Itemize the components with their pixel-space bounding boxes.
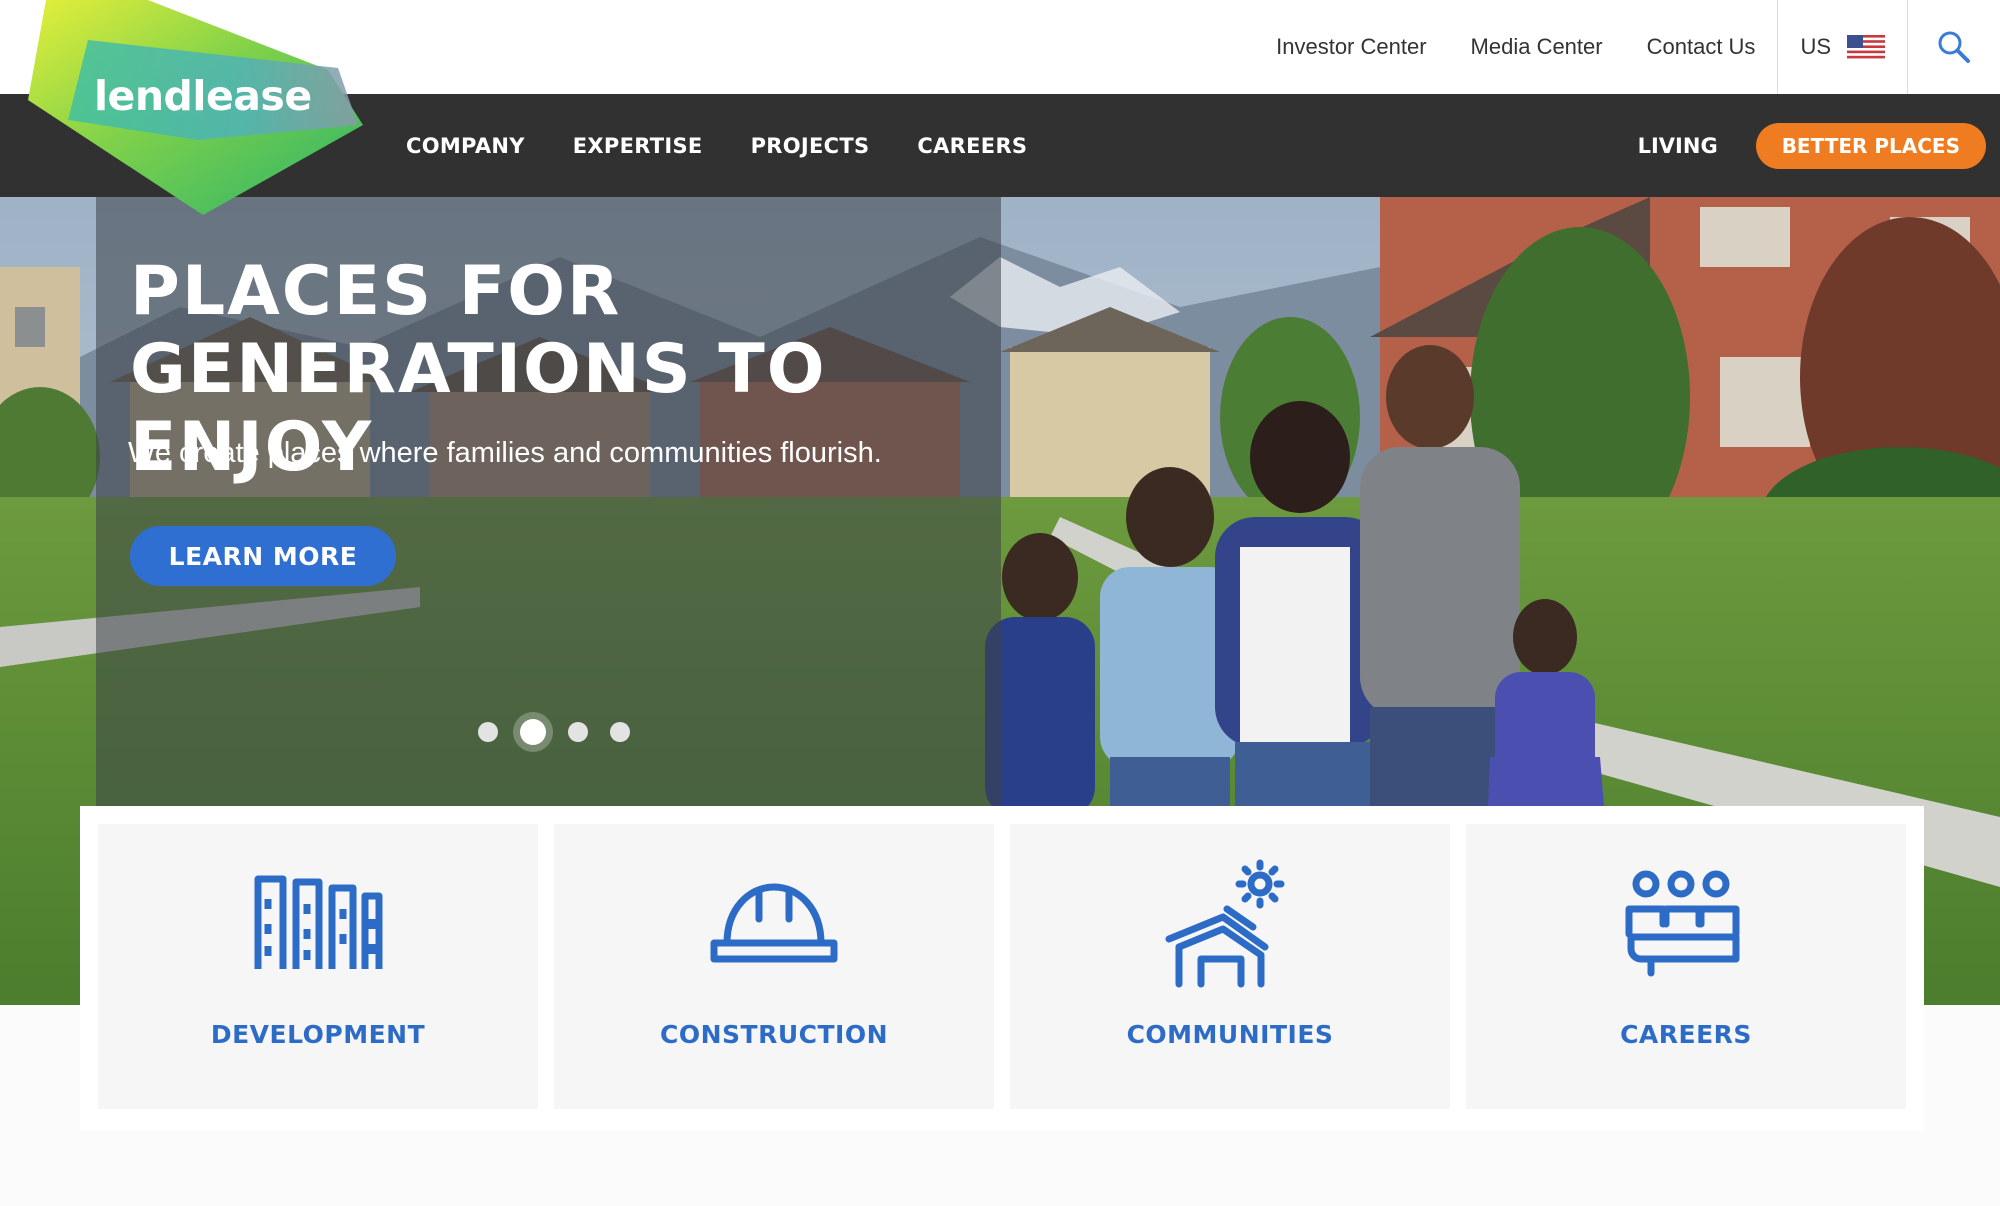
service-label: DEVELOPMENT bbox=[210, 1020, 426, 1049]
main-nav-links: COMPANY EXPERTISE PROJECTS CAREERS bbox=[406, 94, 1075, 197]
carousel-dot-4[interactable] bbox=[610, 722, 630, 742]
service-label: CAREERS bbox=[1620, 1020, 1752, 1049]
hero-subtitle: We create places where families and comm… bbox=[128, 437, 882, 469]
hard-hat-icon bbox=[709, 864, 839, 984]
lendlease-logo[interactable]: lendlease bbox=[28, 0, 373, 222]
carousel-dot-2[interactable] bbox=[520, 719, 546, 745]
service-card-development[interactable]: DEVELOPMENT bbox=[98, 824, 538, 1109]
service-card-communities[interactable]: COMMUNITIES bbox=[1010, 824, 1450, 1109]
people-group-icon bbox=[1621, 864, 1751, 984]
media-center-link[interactable]: Media Center bbox=[1471, 34, 1603, 60]
service-card-careers[interactable]: CAREERS bbox=[1466, 824, 1906, 1109]
search-button[interactable] bbox=[1908, 0, 2000, 94]
carousel-dots bbox=[478, 719, 652, 745]
buildings-icon bbox=[253, 864, 383, 984]
learn-more-button[interactable]: LEARN MORE bbox=[130, 526, 396, 586]
nav-item-company[interactable]: COMPANY bbox=[406, 134, 525, 158]
nav-item-projects[interactable]: PROJECTS bbox=[751, 134, 870, 158]
logo-wordmark: lendlease bbox=[94, 72, 312, 120]
utility-links: Investor Center Media Center Contact Us … bbox=[1276, 0, 2000, 94]
main-nav-right: LIVING BETTER PLACES bbox=[1638, 94, 1986, 197]
services-panel: DEVELOPMENT CONSTRUCTION COMMUNITIES CAR… bbox=[80, 806, 1924, 1130]
region-label: US bbox=[1800, 34, 1831, 59]
better-places-button[interactable]: BETTER PLACES bbox=[1755, 122, 1986, 169]
service-card-construction[interactable]: CONSTRUCTION bbox=[554, 824, 994, 1109]
search-icon bbox=[1938, 31, 1970, 63]
carousel-dot-1[interactable] bbox=[478, 722, 498, 742]
carousel-dot-3[interactable] bbox=[568, 722, 588, 742]
service-label: COMMUNITIES bbox=[1126, 1020, 1334, 1049]
region-selector[interactable]: US bbox=[1778, 0, 1907, 94]
service-label: CONSTRUCTION bbox=[659, 1020, 888, 1049]
us-flag-icon bbox=[1847, 35, 1885, 59]
nav-item-careers[interactable]: CAREERS bbox=[917, 134, 1027, 158]
investor-center-link[interactable]: Investor Center bbox=[1276, 34, 1426, 60]
house-sun-icon bbox=[1165, 859, 1295, 988]
contact-us-link[interactable]: Contact Us bbox=[1647, 34, 1756, 60]
nav-item-expertise[interactable]: EXPERTISE bbox=[573, 134, 703, 158]
nav-item-living[interactable]: LIVING bbox=[1638, 134, 1718, 158]
